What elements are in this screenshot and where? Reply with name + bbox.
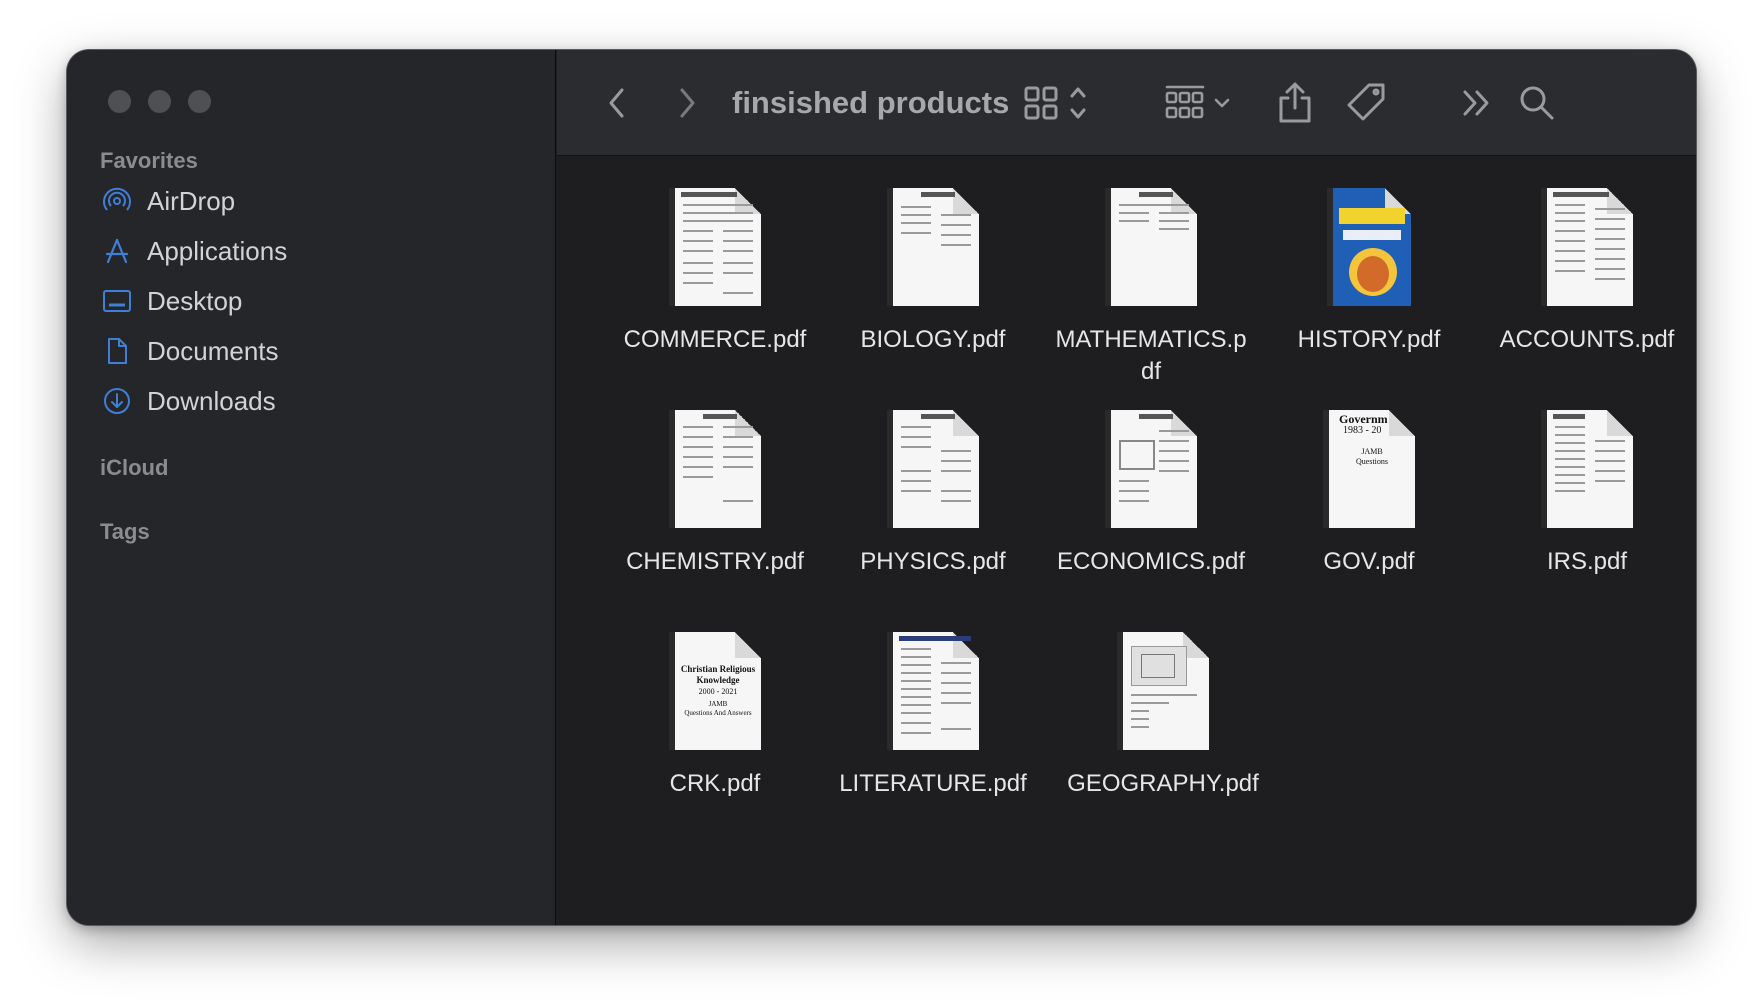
pdf-thumbnail [887,410,979,528]
file-name: COMMERCE.pdf [623,326,807,353]
window-title: finsished products [732,85,1010,120]
sidebar-item-applications[interactable]: Applications [101,231,521,271]
file-name: CHEMISTRY.pdf [626,548,804,575]
sidebar-item-label: Desktop [147,285,243,316]
file-name: MATHEMATICS.p df [1055,326,1247,385]
thumbnail-text: 2000 - 2021 [698,687,738,696]
file-name: HISTORY.pdf [1297,326,1441,353]
file-item-irs[interactable]: IRS.pdf [1487,410,1687,580]
file-item-literature[interactable]: LITERATURE.pdf [833,632,1033,802]
grid-view-icon [1024,86,1086,120]
pdf-thumbnail: Governm 1983 - 20 JAMB Questions [1323,410,1415,528]
sidebar-item-label: Downloads [147,385,276,416]
more-button[interactable] [1457,78,1497,128]
sidebar-item-label: Documents [147,335,279,366]
pdf-thumbnail [1105,188,1197,306]
thumbnail-text: Christian Religious [680,664,756,674]
file-item-commerce[interactable]: COMMERCE.pdf [615,188,815,358]
window-controls [108,90,211,113]
pdf-thumbnail [1105,410,1197,528]
view-mode-button[interactable] [1022,78,1102,128]
file-item-history[interactable]: HISTORY.pdf [1269,188,1469,358]
pdf-thumbnail [1327,188,1411,306]
airdrop-icon [101,185,133,217]
file-item-crk[interactable]: Christian Religious Knowledge 2000 - 202… [615,632,815,802]
file-name: LITERATURE.pdf [839,770,1027,797]
sidebar-item-label: Applications [147,235,288,266]
thumbnail-text: JAMB [708,700,728,708]
thumbnail-text: 1983 - 20 [1343,425,1382,436]
sidebar-item-documents[interactable]: Documents [101,331,521,371]
pdf-thumbnail [669,410,761,528]
pdf-thumbnail [1117,632,1209,750]
pdf-thumbnail [669,188,761,306]
file-item-chemistry[interactable]: CHEMISTRY.pdf [615,410,815,580]
file-name: GEOGRAPHY.pdf [1067,770,1259,797]
file-name: BIOLOGY.pdf [860,326,1006,353]
search-icon [1520,86,1554,120]
file-item-accounts[interactable]: ACCOUNTS.pdf [1487,188,1687,358]
minimize-button[interactable] [148,90,171,113]
pdf-thumbnail [1541,188,1633,306]
file-name: CRK.pdf [669,770,761,797]
tags-heading[interactable]: Tags [100,519,150,545]
share-icon [1279,82,1311,123]
thumbnail-text: JAMB [1361,447,1383,456]
group-button[interactable] [1162,78,1242,128]
forward-button[interactable] [667,78,707,128]
sidebar-item-label: AirDrop [147,185,236,216]
pdf-thumbnail [1541,410,1633,528]
file-name: GOV.pdf [1323,548,1415,575]
file-name: IRS.pdf [1546,548,1628,575]
file-item-physics[interactable]: PHYSICS.pdf [833,410,1033,580]
downloads-icon [101,385,133,417]
thumbnail-text: Knowledge [696,675,740,685]
applications-icon [101,235,133,267]
search-button[interactable] [1512,78,1562,128]
pdf-thumbnail [887,188,979,306]
pdf-thumbnail: Christian Religious Knowledge 2000 - 202… [669,632,761,750]
file-name: PHYSICS.pdf [860,548,1006,575]
pdf-thumbnail [887,632,979,750]
thumbnail-text: Questions And Answers [684,709,752,717]
tag-button[interactable] [1342,78,1392,128]
icloud-heading[interactable]: iCloud [100,455,168,481]
toolbar: finsished products [557,50,1696,156]
sidebar: Favorites AirDrop Applications Desktop D… [67,50,556,925]
share-button[interactable] [1272,78,1318,128]
sidebar-item-desktop[interactable]: Desktop [101,281,521,321]
favorites-heading: Favorites [100,148,198,173]
tag-icon [1347,83,1385,121]
thumbnail-text: Questions [1356,457,1388,466]
zoom-button[interactable] [188,90,211,113]
file-name: ACCOUNTS.pdf [1499,326,1675,353]
close-button[interactable] [108,90,131,113]
sidebar-item-downloads[interactable]: Downloads [101,381,521,421]
group-icon [1165,85,1230,119]
file-item-biology[interactable]: BIOLOGY.pdf [833,188,1033,358]
finder-window: Favorites AirDrop Applications Desktop D… [67,50,1696,925]
double-chevron-icon [1463,90,1489,116]
file-grid: COMMERCE.pdf BIOLOGY.pdf MATHEMATICS.p d… [557,157,1696,925]
back-button[interactable] [597,78,637,128]
sidebar-item-airdrop[interactable]: AirDrop [101,181,521,221]
file-item-economics[interactable]: ECONOMICS.pdf [1051,410,1251,580]
chevron-right-icon [680,88,695,118]
file-item-mathematics[interactable]: MATHEMATICS.p df [1051,188,1251,388]
chevron-left-icon [609,88,624,118]
desktop-icon [101,285,133,317]
file-name: ECONOMICS.pdf [1056,548,1246,575]
document-icon [101,335,133,367]
file-item-gov[interactable]: Governm 1983 - 20 JAMB Questions GOV.pdf [1269,410,1469,580]
file-item-geography[interactable]: GEOGRAPHY.pdf [1063,632,1263,802]
